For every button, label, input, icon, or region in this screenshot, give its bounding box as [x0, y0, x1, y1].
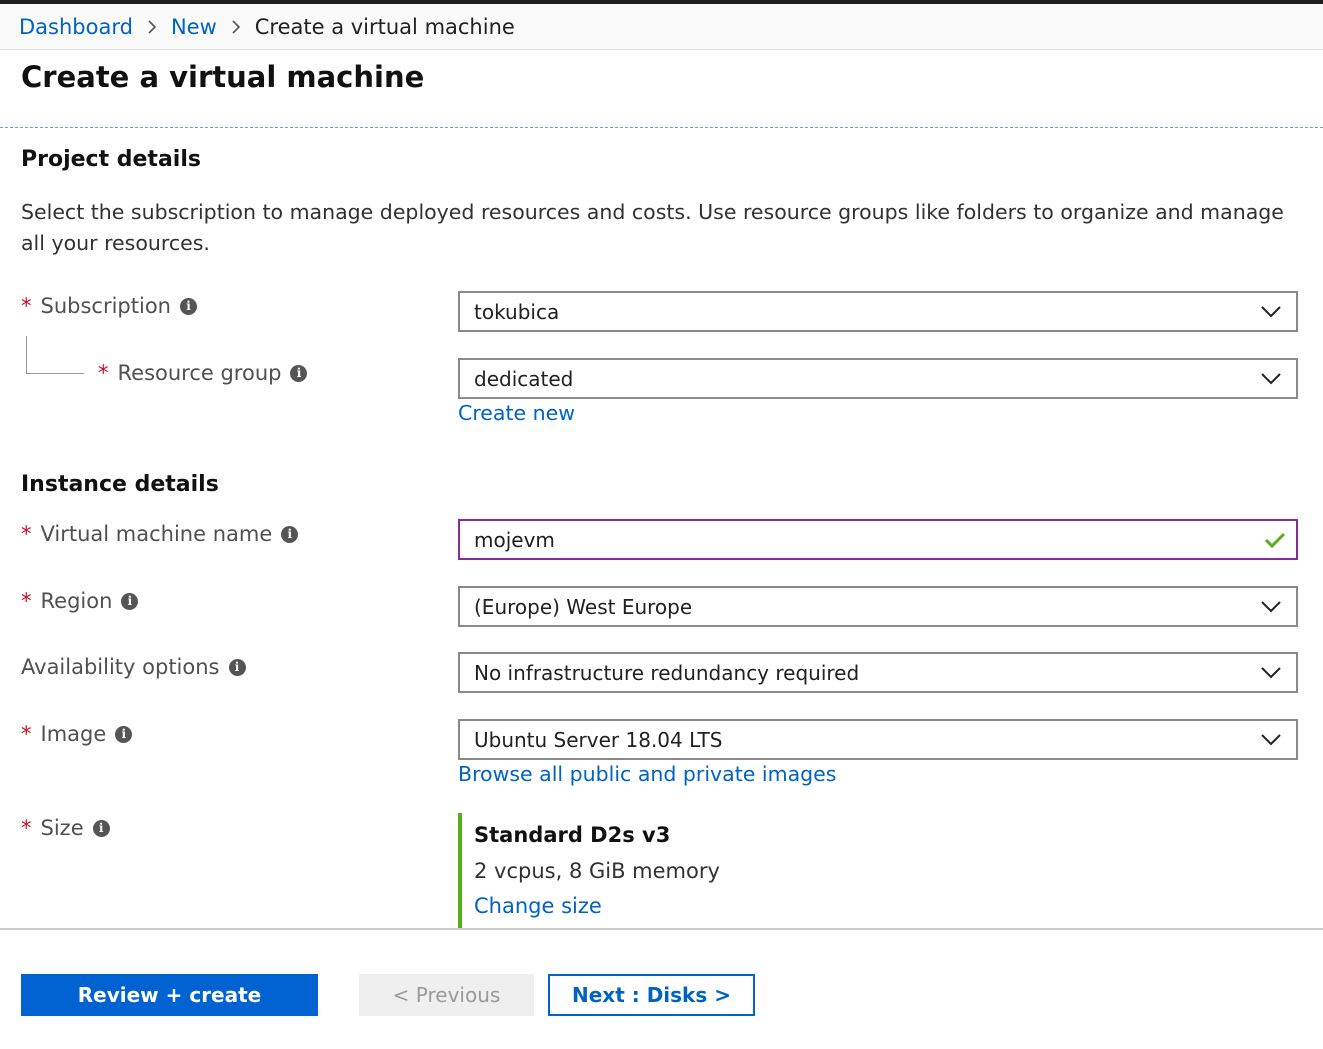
info-icon[interactable]: i [281, 525, 299, 543]
hierarchy-connector [26, 336, 84, 374]
checkmark-icon [1264, 532, 1286, 548]
info-icon[interactable]: i [92, 819, 110, 837]
image-value: Ubuntu Server 18.04 LTS [474, 727, 723, 752]
size-spec: 2 vcpus, 8 GiB memory [474, 859, 720, 883]
chevron-down-icon [1261, 733, 1281, 745]
info-icon[interactable]: i [290, 364, 308, 382]
project-details-heading: Project details [21, 147, 201, 172]
breadcrumb-current: Create a virtual machine [254, 14, 515, 39]
required-marker: * [21, 522, 32, 546]
availability-select[interactable]: No infrastructure redundancy required [458, 652, 1298, 693]
subscription-value: tokubica [474, 299, 560, 324]
required-marker: * [98, 361, 109, 385]
breadcrumb: Dashboard New Create a virtual machine [0, 4, 1323, 50]
vm-name-label: * Virtual machine name i [21, 522, 299, 546]
previous-button[interactable]: < Previous [359, 974, 534, 1016]
required-marker: * [21, 294, 32, 318]
page-title: Create a virtual machine [21, 60, 425, 94]
vm-name-label-text: Virtual machine name [40, 522, 273, 546]
next-disks-button[interactable]: Next : Disks > [548, 974, 755, 1016]
review-create-button[interactable]: Review + create [21, 974, 318, 1016]
region-label: * Region i [21, 589, 139, 613]
chevron-down-icon [1261, 372, 1281, 384]
vm-name-value: mojevm [474, 527, 555, 552]
info-icon[interactable]: i [121, 592, 139, 610]
required-marker: * [21, 589, 32, 613]
vm-name-input[interactable]: mojevm [458, 519, 1298, 560]
image-label-text: Image [40, 722, 107, 746]
subscription-select[interactable]: tokubica [458, 291, 1298, 332]
resource-group-label-text: Resource group [117, 361, 282, 385]
info-icon[interactable]: i [179, 297, 197, 315]
chevron-right-icon [147, 19, 157, 35]
subscription-label-text: Subscription [40, 294, 171, 318]
size-label-text: Size [40, 816, 84, 840]
image-select[interactable]: Ubuntu Server 18.04 LTS [458, 719, 1298, 760]
create-new-resource-group-link[interactable]: Create new [458, 401, 575, 425]
size-summary: Standard D2s v3 2 vcpus, 8 GiB memory Ch… [458, 813, 838, 928]
availability-value: No infrastructure redundancy required [474, 660, 860, 685]
info-icon[interactable]: i [115, 725, 133, 743]
image-label: * Image i [21, 722, 133, 746]
change-size-link[interactable]: Change size [474, 894, 838, 918]
resource-group-select[interactable]: dedicated [458, 358, 1298, 399]
info-icon[interactable]: i [228, 658, 246, 676]
region-select[interactable]: (Europe) West Europe [458, 586, 1298, 627]
chevron-down-icon [1261, 600, 1281, 612]
required-marker: * [21, 722, 32, 746]
chevron-down-icon [1261, 305, 1281, 317]
footer-divider [0, 928, 1323, 930]
resource-group-value: dedicated [474, 366, 574, 391]
project-details-description: Select the subscription to manage deploy… [21, 200, 1284, 255]
chevron-down-icon [1261, 666, 1281, 678]
region-value: (Europe) West Europe [474, 594, 693, 619]
instance-details-heading: Instance details [21, 472, 219, 497]
browse-images-link[interactable]: Browse all public and private images [458, 762, 836, 786]
breadcrumb-new[interactable]: New [171, 15, 217, 39]
availability-label-text: Availability options [21, 655, 220, 679]
required-marker: * [21, 816, 32, 840]
breadcrumb-dashboard[interactable]: Dashboard [19, 15, 133, 39]
title-divider [0, 127, 1323, 128]
availability-label: Availability options i [21, 655, 246, 679]
size-label: * Size i [21, 816, 110, 840]
subscription-label: * Subscription i [21, 294, 197, 318]
chevron-right-icon [231, 19, 241, 35]
region-label-text: Region [40, 589, 113, 613]
size-name: Standard D2s v3 [474, 823, 671, 847]
resource-group-label: * Resource group i [98, 361, 308, 385]
